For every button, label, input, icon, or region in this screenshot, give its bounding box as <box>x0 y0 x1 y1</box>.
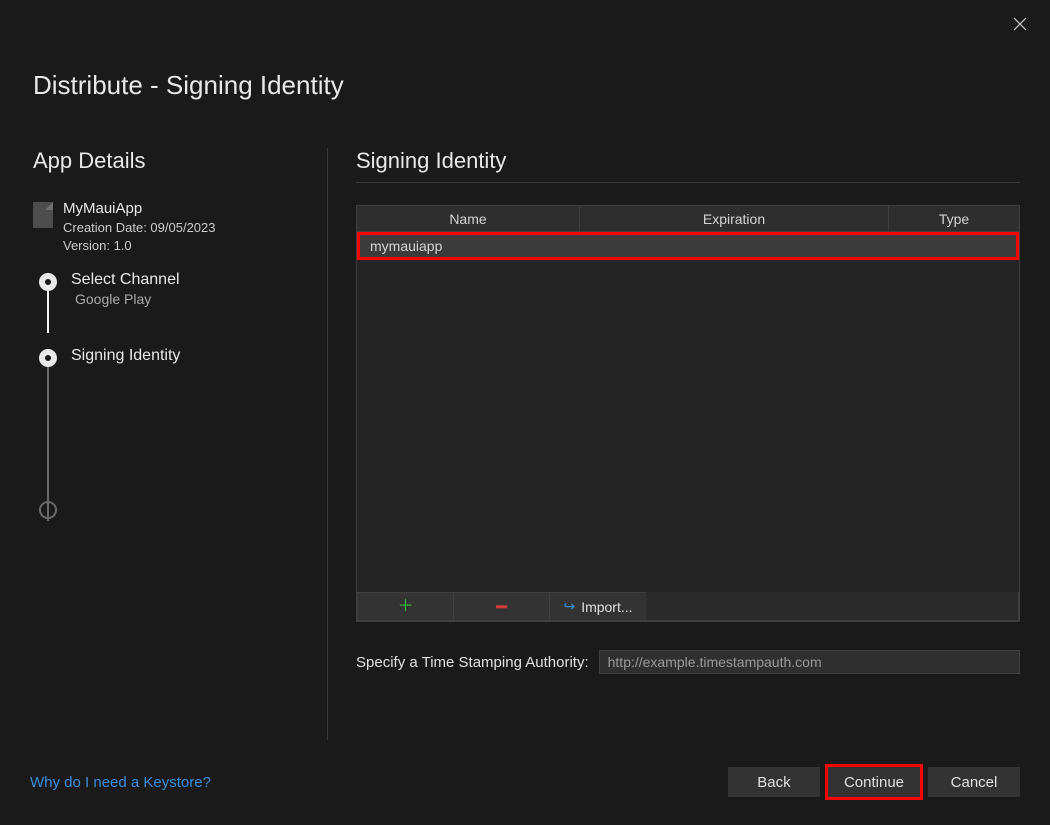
step-select-channel-title: Select Channel <box>71 271 180 289</box>
minus-icon: ━ <box>496 598 507 616</box>
close-button[interactable] <box>1010 14 1030 34</box>
col-expiration[interactable]: Expiration <box>580 206 889 231</box>
back-button[interactable]: Back <box>728 767 820 797</box>
keystore-help-link[interactable]: Why do I need a Keystore? <box>30 774 211 791</box>
import-arrow-icon: ↪ <box>563 598 575 615</box>
cancel-button[interactable]: Cancel <box>928 767 1020 797</box>
remove-identity-button[interactable]: ━ <box>454 593 550 620</box>
step-bullet-empty-icon <box>39 501 57 519</box>
row-name: mymauiapp <box>370 238 442 254</box>
step-signing-identity-text: Signing Identity <box>71 347 180 365</box>
col-name[interactable]: Name <box>357 206 580 231</box>
footer: Why do I need a Keystore? Back Continue … <box>30 767 1020 797</box>
step-connector-2 <box>47 349 49 521</box>
step-select-channel[interactable]: Select Channel Google Play <box>39 271 299 307</box>
step-signing-identity[interactable]: Signing Identity <box>39 347 299 367</box>
add-identity-button[interactable]: ＋ <box>358 593 454 620</box>
archive-icon <box>33 202 53 228</box>
step-bullet-current-icon <box>39 349 57 367</box>
identity-toolbar-strip: ＋ ━ ↪ Import... <box>357 592 1019 621</box>
app-summary-text: MyMauiApp Creation Date: 09/05/2023 Vers… <box>63 200 216 253</box>
right-pane: Signing Identity Name Expiration Type my… <box>328 148 1020 740</box>
step-select-channel-text: Select Channel Google Play <box>71 271 180 307</box>
import-label: Import... <box>581 599 632 615</box>
identity-table-header: Name Expiration Type <box>357 206 1019 232</box>
step-future <box>39 499 299 519</box>
step-select-channel-sub: Google Play <box>75 291 180 307</box>
app-name: MyMauiApp <box>63 200 216 217</box>
tsa-input[interactable] <box>599 650 1020 674</box>
button-row: Back Continue Cancel <box>728 767 1020 797</box>
close-icon <box>1013 17 1027 31</box>
wizard-steps: Select Channel Google Play Signing Ident… <box>39 271 299 519</box>
table-row[interactable]: mymauiapp <box>357 232 1019 260</box>
app-creation-date: Creation Date: 09/05/2023 <box>63 220 216 235</box>
continue-button[interactable]: Continue <box>828 767 920 797</box>
step-bullet-done-icon <box>39 273 57 291</box>
tsa-label: Specify a Time Stamping Authority: <box>356 654 589 671</box>
dialog-title: Distribute - Signing Identity <box>33 70 344 101</box>
content-area: App Details MyMauiApp Creation Date: 09/… <box>33 148 1020 740</box>
signing-identity-heading: Signing Identity <box>356 148 1020 183</box>
import-identity-button[interactable]: ↪ Import... <box>550 593 646 620</box>
col-type[interactable]: Type <box>889 206 1019 231</box>
dialog-window: Distribute - Signing Identity App Detail… <box>0 0 1050 825</box>
left-pane: App Details MyMauiApp Creation Date: 09/… <box>33 148 328 740</box>
tsa-row: Specify a Time Stamping Authority: <box>356 650 1020 674</box>
app-version: Version: 1.0 <box>63 238 216 253</box>
identity-table-body: mymauiapp <box>357 232 1019 592</box>
identity-table: Name Expiration Type mymauiapp ＋ <box>356 205 1020 622</box>
app-summary: MyMauiApp Creation Date: 09/05/2023 Vers… <box>33 200 299 253</box>
app-details-heading: App Details <box>33 148 299 174</box>
plus-icon: ＋ <box>397 599 413 615</box>
identity-toolbar: ＋ ━ ↪ Import... <box>358 592 646 620</box>
step-signing-identity-title: Signing Identity <box>71 347 180 365</box>
